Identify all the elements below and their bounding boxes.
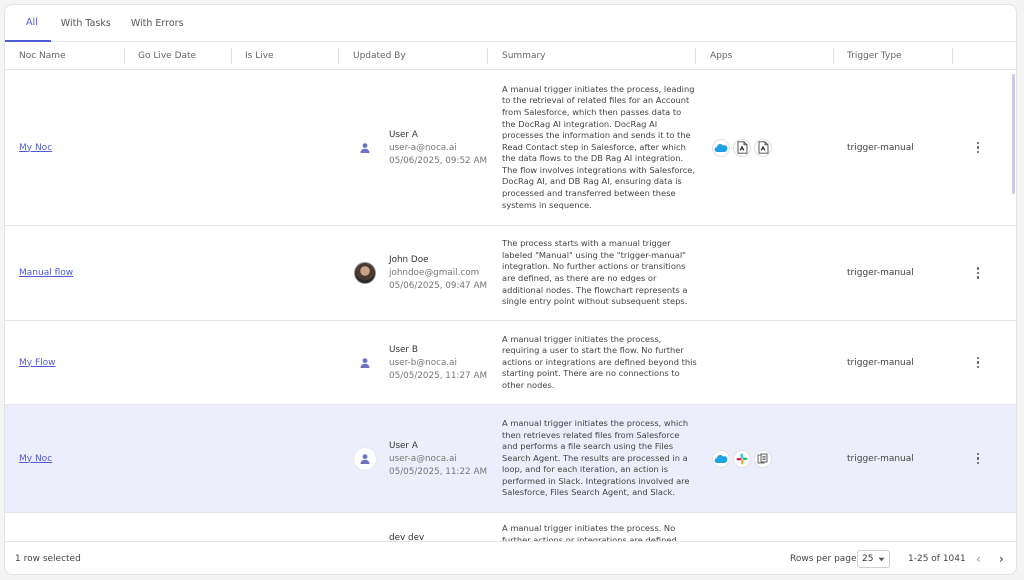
previous-page-icon[interactable]: ‹ [976, 552, 981, 566]
avatar-photo [354, 262, 376, 284]
avatar [354, 447, 376, 470]
avatar [354, 137, 376, 159]
summary-text: A manual trigger initiates the process. … [502, 523, 677, 541]
user-name: John Doe [389, 255, 429, 265]
rows-per-page-select[interactable]: 25 [857, 550, 890, 568]
column-header-trigger-type[interactable]: Trigger Type [847, 42, 902, 70]
column-header-apps[interactable]: Apps [710, 42, 732, 70]
noc-table-card: All With Tasks With Errors Noc Name Go L… [4, 4, 1017, 575]
column-header-noc-name[interactable]: Noc Name [19, 42, 66, 70]
column-divider[interactable] [124, 48, 125, 64]
column-divider[interactable] [695, 48, 696, 64]
noc-name-link[interactable]: My Noc [19, 454, 52, 464]
table-row[interactable]: dev dev A manual trigger initiates the p… [5, 513, 1016, 541]
column-header-is-live[interactable]: Is Live [245, 42, 274, 70]
user-email: user-a@noca.ai [389, 142, 457, 153]
updated-date: 05/05/2025, 11:22 AM [389, 466, 488, 477]
table-body: My Noc User A user-a@noca.ai 05/06/2025,… [5, 70, 1016, 541]
trigger-type: trigger-manual [847, 453, 914, 464]
trigger-type: trigger-manual [847, 357, 914, 368]
salesforce-icon [712, 138, 730, 157]
user-name: User A [389, 129, 418, 140]
dbrag-ai-icon [754, 138, 772, 157]
user-name: dev dev [389, 533, 425, 541]
noc-name-link[interactable]: My Noc [19, 143, 52, 153]
files-search-agent-icon [754, 449, 772, 468]
summary-text: A manual trigger initiates the process, … [502, 83, 696, 210]
vertical-scrollbar[interactable] [1011, 70, 1016, 541]
user-email: user-a@noca.ai [389, 453, 457, 464]
user-icon [360, 142, 370, 153]
filter-tabs: All With Tasks With Errors [5, 5, 1016, 42]
pagination-range: 1-25 of 1041 [908, 554, 966, 564]
updated-date: 05/06/2025, 09:47 AM [389, 281, 488, 291]
summary-text: A manual trigger initiates the process, … [502, 417, 690, 498]
column-divider[interactable] [487, 48, 488, 64]
column-divider[interactable] [833, 48, 834, 64]
user-name: User A [389, 440, 418, 451]
tab-all[interactable]: All [5, 5, 51, 42]
summary-text: The process starts with a manual trigger… [502, 238, 688, 307]
scrollbar-thumb[interactable] [1012, 74, 1015, 194]
noc-name-link[interactable]: Manual flow [19, 268, 73, 278]
noc-name-link[interactable]: My Flow [19, 358, 56, 368]
user-email: johndoe@gmail.com [389, 268, 480, 278]
user-icon [360, 453, 370, 464]
avatar [354, 352, 376, 374]
next-page-icon[interactable]: › [999, 552, 1004, 566]
rows-per-page-value: 25 [862, 554, 874, 564]
row-actions-menu-icon[interactable] [973, 141, 983, 154]
docrag-ai-icon [733, 138, 751, 157]
trigger-type: trigger-manual [847, 142, 914, 153]
user-email: user-b@noca.ai [389, 357, 457, 368]
tab-with-tasks[interactable]: With Tasks [51, 5, 121, 42]
table-row[interactable]: My Noc User A user-a@noca.ai 05/06/2025,… [5, 70, 1016, 226]
row-actions-menu-icon[interactable] [973, 356, 983, 369]
slack-icon [733, 449, 751, 468]
row-actions-menu-icon[interactable] [973, 267, 983, 279]
selection-count: 1 row selected [15, 554, 81, 564]
tab-with-errors[interactable]: With Errors [121, 5, 194, 42]
table-row[interactable]: My Flow User B user-b@noca.ai 05/05/2025… [5, 321, 1016, 405]
column-header-summary[interactable]: Summary [502, 42, 546, 70]
user-name: User B [389, 344, 418, 355]
table-row-selected[interactable]: My Noc User A user-a@noca.ai 05/05/2025,… [5, 405, 1016, 513]
rows-per-page-label: Rows per page: [790, 554, 860, 564]
column-header-go-live-date[interactable]: Go Live Date [138, 42, 196, 70]
user-icon [360, 357, 370, 368]
column-divider[interactable] [231, 48, 232, 64]
trigger-type: trigger-manual [847, 268, 914, 278]
updated-date: 05/05/2025, 11:27 AM [389, 370, 488, 381]
column-divider[interactable] [952, 48, 953, 64]
salesforce-icon [712, 449, 730, 468]
table-header: Noc Name Go Live Date Is Live Updated By… [5, 42, 1016, 70]
column-divider[interactable] [338, 48, 339, 64]
caret-down-icon [878, 557, 885, 561]
table-row[interactable]: Manual flow John Doe johndoe@gmail.com 0… [5, 226, 1016, 321]
summary-text: A manual trigger initiates the process, … [502, 333, 697, 390]
table-footer: 1 row selected Rows per page: 25 1-25 of… [5, 541, 1016, 574]
column-header-updated-by[interactable]: Updated By [353, 42, 406, 70]
row-actions-menu-icon[interactable] [973, 452, 983, 465]
updated-date: 05/06/2025, 09:52 AM [389, 155, 488, 166]
